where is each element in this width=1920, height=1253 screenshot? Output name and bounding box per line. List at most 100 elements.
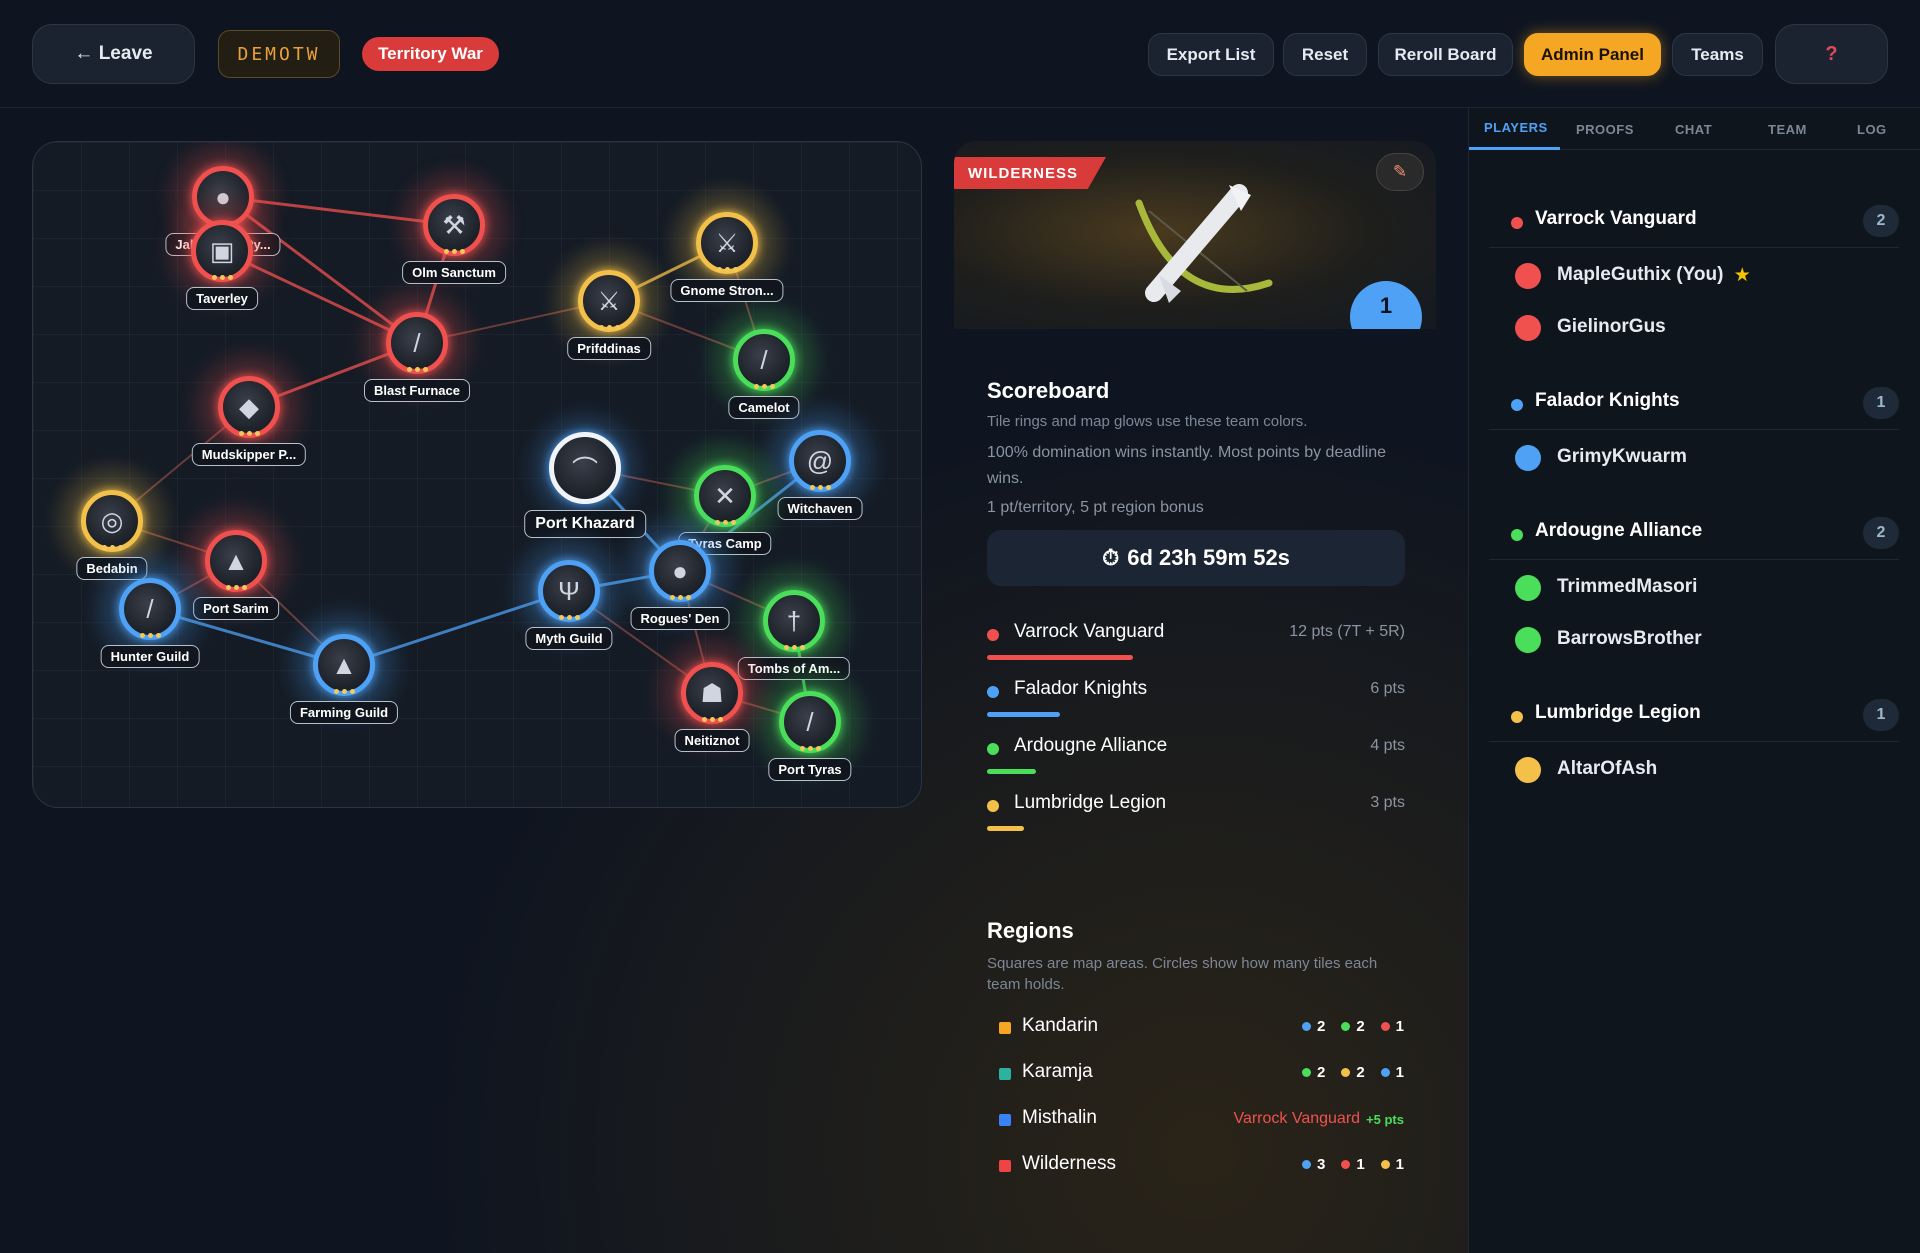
team-color-dot <box>987 800 999 812</box>
tile-label[interactable]: Rogues' Den <box>630 607 730 630</box>
stopwatch-icon: ⏱ <box>1102 545 1120 570</box>
tile-level-dots <box>810 485 831 490</box>
avatar <box>1515 575 1541 601</box>
territory-map[interactable]: ●Jaldraocht Py...⚒Olm Sanctum⚔Gnome Stro… <box>32 141 922 808</box>
blade-icon: / <box>806 706 814 737</box>
team-header[interactable]: Ardougne Alliance 2 <box>1489 510 1899 560</box>
sword-icon: ⚔ <box>597 285 621 316</box>
tile-label[interactable]: Taverley <box>186 287 258 310</box>
score-team-name: Varrock Vanguard <box>1014 621 1165 642</box>
score-row: Varrock Vanguard 12 pts (7T + 5R) <box>987 619 1405 675</box>
tile-ring[interactable]: ● <box>649 540 711 602</box>
teams-button[interactable]: Teams <box>1672 33 1763 76</box>
tile-level-dots <box>784 645 805 650</box>
team-tile-count: 2 <box>1316 1018 1326 1035</box>
player-name: BarrowsBrother <box>1557 628 1702 649</box>
tile-ring[interactable]: ◎ <box>81 490 143 552</box>
region-name: Karamja <box>1022 1061 1093 1082</box>
tile-ring[interactable]: Ψ <box>538 560 600 622</box>
team-color-dot <box>1511 711 1523 723</box>
team-tile-count: 2 <box>1316 1064 1326 1081</box>
region-owner: Varrock Vanguard <box>1233 1110 1361 1127</box>
player-row[interactable]: MapleGuthix (You) ★ <box>1515 256 1875 296</box>
tile-ring[interactable]: / <box>119 578 181 640</box>
tile-label[interactable]: Farming Guild <box>289 701 399 724</box>
sidebar-tabs: PLAYERS PROOFS CHAT TEAM LOG <box>1469 108 1920 150</box>
tile-label[interactable]: Port Tyras <box>768 758 852 781</box>
right-sidebar: PLAYERS PROOFS CHAT TEAM LOG Varrock Vanguar… <box>1468 108 1920 1253</box>
star-icon: ★ <box>1733 265 1751 286</box>
hammer-icon: ⚒ <box>442 209 466 240</box>
admin-panel-button[interactable]: Admin Panel <box>1524 33 1661 76</box>
tile-level-dots <box>670 595 691 600</box>
team-member-count: 2 <box>1863 517 1899 549</box>
tile-ring[interactable]: ◆ <box>218 376 280 438</box>
region-status: 2 2 1 <box>1301 1018 1404 1035</box>
player-row[interactable]: AltarOfAsh <box>1515 750 1875 790</box>
score-points: 4 pts <box>1370 737 1405 754</box>
team-name: Ardougne Alliance <box>1535 520 1703 541</box>
tab-log[interactable]: LOG <box>1857 108 1887 150</box>
tile-ring[interactable]: ▲ <box>313 634 375 696</box>
team-header[interactable]: Falador Knights 1 <box>1489 380 1899 430</box>
team-header[interactable]: Varrock Vanguard 2 <box>1489 198 1899 248</box>
team-color-dot <box>1511 399 1523 411</box>
team-name: Falador Knights <box>1535 390 1680 411</box>
tile-level-dots <box>226 585 247 590</box>
crossbow-icon <box>1135 184 1273 303</box>
team-count-dot <box>1341 1022 1351 1031</box>
dagger-icon: † <box>786 605 802 636</box>
tile-label[interactable]: Prifddinas <box>567 337 651 360</box>
scoreboard-note: Tile rings and map glows use these team … <box>987 413 1308 430</box>
reroll-board-button[interactable]: Reroll Board <box>1378 33 1513 76</box>
tab-proofs[interactable]: PROOFS <box>1576 108 1634 150</box>
tile-ring[interactable]: ⌒ <box>549 432 621 504</box>
team-color-dot <box>1511 529 1523 541</box>
help-button[interactable]: ? <box>1775 24 1888 84</box>
avatar <box>1515 263 1541 289</box>
tile-ring[interactable]: / <box>733 329 795 391</box>
tab-team[interactable]: TEAM <box>1768 108 1807 150</box>
tile-label[interactable]: Hunter Guild <box>100 645 200 668</box>
tile-ring[interactable]: @ <box>789 430 851 492</box>
tile-ring[interactable]: ⚔ <box>696 212 758 274</box>
tab-chat[interactable]: CHAT <box>1675 108 1712 150</box>
player-row[interactable]: BarrowsBrother <box>1515 620 1875 660</box>
tile-ring[interactable]: ☗ <box>681 662 743 724</box>
tile-ring[interactable]: ▲ <box>205 530 267 592</box>
score-points: 6 pts <box>1370 680 1405 697</box>
wand-icon: / <box>146 593 154 624</box>
player-row[interactable]: GielinorGus <box>1515 308 1875 348</box>
center-panel: WILDERNESS ✎ 1 Scoreboard Tile rings and… <box>954 141 1436 1253</box>
tab-players[interactable]: PLAYERS <box>1469 108 1560 150</box>
region-color-square <box>999 1022 1011 1034</box>
tile-ring[interactable]: / <box>386 312 448 374</box>
tile-ring[interactable]: / <box>779 691 841 753</box>
tile-level-dots <box>599 325 620 330</box>
regions-title: Regions <box>987 918 1074 943</box>
leave-button[interactable]: ← Leave <box>32 24 195 84</box>
region-name: Kandarin <box>1022 1015 1099 1036</box>
tile-label[interactable]: Neitiznot <box>674 729 750 752</box>
tile-ring[interactable]: ⚔ <box>578 270 640 332</box>
tile-label[interactable]: Mudskipper P... <box>191 443 307 466</box>
score-points: 12 pts (7T + 5R) <box>1289 623 1405 640</box>
player-row[interactable]: GrimyKwuarm <box>1515 438 1875 478</box>
scoring-rule: 1 pt/territory, 5 pt region bonus <box>987 499 1204 516</box>
team-header[interactable]: Lumbridge Legion 1 <box>1489 692 1899 742</box>
player-row[interactable]: TrimmedMasori <box>1515 568 1875 608</box>
crystal-icon: ◆ <box>239 391 259 422</box>
team-color-dot <box>1511 217 1523 229</box>
region-color-square <box>999 1068 1011 1080</box>
reset-button[interactable]: Reset <box>1283 33 1367 76</box>
tile-label[interactable]: Myth Guild <box>525 627 613 650</box>
avatar <box>1515 627 1541 653</box>
tile-ring[interactable]: † <box>763 590 825 652</box>
avatar <box>1515 315 1541 341</box>
tile-ring[interactable]: ▣ <box>191 220 253 282</box>
tile-ring[interactable]: ⚒ <box>423 194 485 256</box>
room-code-badge[interactable]: DEMOTW <box>218 30 340 78</box>
tile-label[interactable]: Blast Furnace <box>364 379 470 402</box>
export-list-button[interactable]: Export List <box>1148 33 1274 76</box>
edit-tile-button[interactable]: ✎ <box>1376 153 1424 191</box>
